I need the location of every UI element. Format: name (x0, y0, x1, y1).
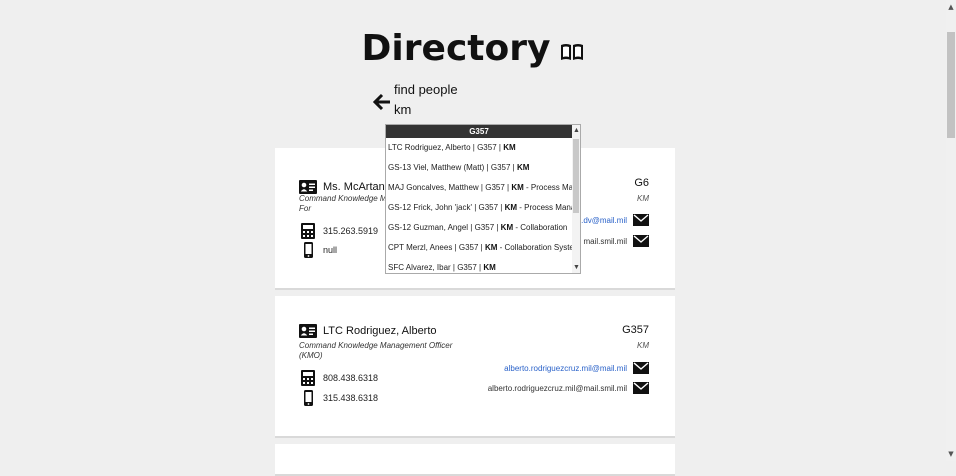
suggestion-match: KM (504, 203, 518, 212)
mail-icon[interactable] (633, 382, 649, 394)
mobile-phone-icon (304, 242, 313, 258)
suggestion-suffix: - Process Man (526, 183, 572, 192)
card-name-row: Ms. McArtan, l (299, 180, 393, 194)
office-phone: 315.263.5919 (323, 226, 379, 236)
suggestion-match: KM (500, 223, 514, 232)
book-icon (561, 43, 584, 60)
scroll-down-icon[interactable]: ▼ (947, 450, 955, 458)
org-subunit: KM (637, 194, 649, 203)
office-phone-row: 315.263.5919 (301, 223, 378, 239)
suggestion-item[interactable]: GS-13 Viel, Matthew (Matt) | G357 | KM (386, 158, 572, 178)
mail-icon[interactable] (633, 235, 649, 247)
person-name: LTC Rodriguez, Alberto (323, 325, 437, 337)
org-code: G357 (622, 324, 649, 336)
person-role: Command Knowledge Management Officer (KM… (299, 341, 453, 360)
scroll-down-icon[interactable]: ▼ (573, 264, 580, 271)
suggestion-text: MAJ Goncalves, Matthew | G357 | (388, 183, 512, 192)
suggestion-text: LTC Rodriguez, Alberto | G357 | (388, 143, 504, 152)
suggestion-item[interactable]: MAJ Goncalves, Matthew | G357 | KM - Pro… (386, 178, 572, 198)
person-card: LTC Rodriguez, Alberto Command Knowledge… (275, 296, 675, 438)
suggestion-match: KM (516, 163, 530, 172)
person-name: Ms. McArtan, l (323, 181, 394, 193)
dropdown-scroll-thumb[interactable] (573, 139, 579, 213)
email-link[interactable]: .dv@mail.mil (581, 216, 627, 225)
suggestion-text: CPT Merzl, Anees | G357 | (388, 243, 485, 252)
person-card (275, 444, 675, 476)
suggestion-suffix: - Process Mana (517, 203, 572, 212)
suggestion-text: GS-12 Guzman, Angel | G357 | (388, 223, 501, 232)
suggestion-match: KM (511, 183, 524, 192)
suggestion-suffix: - Collaboration Syste (497, 243, 572, 252)
office-phone: 808.438.6318 (323, 373, 379, 383)
email-row-primary: .dv@mail.mil (581, 214, 649, 226)
suggestion-suffix: - Collaboration (513, 223, 568, 232)
suggestion-item[interactable]: CPT Merzl, Anees | G357 | KM - Collabora… (386, 238, 572, 258)
mail-icon[interactable] (633, 362, 649, 374)
mobile-phone-icon (304, 390, 313, 406)
search-input[interactable] (394, 102, 574, 117)
suggestion-group-header: G357 (386, 125, 572, 138)
office-phone-row: 808.438.6318 (301, 370, 378, 386)
org-code: G6 (634, 177, 649, 189)
suggestion-text: GS-13 Viel, Matthew (Matt) | G357 | (388, 163, 517, 172)
page-header: Directory (0, 28, 946, 69)
org-subunit: KM (637, 341, 649, 350)
email-row-secondary: alberto.rodriguezcruz.mil@mail.smil.mil (488, 382, 649, 394)
suggestion-item[interactable]: GS-12 Guzman, Angel | G357 | KM - Collab… (386, 218, 572, 238)
page-scrollbar[interactable]: ▲ ▼ (946, 0, 956, 461)
suggestion-item[interactable]: SFC Alvarez, Ibar | G357 | KM (386, 258, 572, 273)
email-text: alberto.rodriguezcruz.mil@mail.smil.mil (487, 383, 627, 393)
email-row-primary: alberto.rodriguezcruz.mil@mail.mil (504, 362, 649, 374)
scroll-up-icon[interactable]: ▲ (573, 127, 580, 134)
contact-card-icon (299, 324, 317, 338)
mobile-phone: 315.438.6318 (323, 393, 379, 403)
page-title: Directory (361, 28, 551, 69)
search-suggestions-dropdown[interactable]: G357 LTC Rodriguez, Alberto | G357 | KM … (385, 124, 581, 274)
suggestion-text: SFC Alvarez, Ibar | G357 | (388, 263, 484, 272)
email-row-secondary: mail.smil.mil (583, 235, 649, 247)
arrow-left-icon[interactable] (373, 93, 391, 111)
search-label: find people (394, 82, 458, 97)
suggestion-text: GS-12 Frick, John 'jack' | G357 | (388, 203, 505, 212)
dropdown-scrollbar[interactable]: ▲ ▼ (572, 125, 580, 273)
suggestion-item[interactable]: GS-12 Frick, John 'jack' | G357 | KM - P… (386, 198, 572, 218)
suggestion-match: KM (503, 143, 516, 152)
email-link[interactable]: alberto.rodriguezcruz.mil@mail.mil (504, 364, 627, 373)
email-text: mail.smil.mil (583, 236, 627, 246)
scroll-up-icon[interactable]: ▲ (947, 3, 955, 11)
mobile-phone-row: null (301, 242, 337, 258)
suggestion-match: KM (484, 243, 498, 252)
contact-card-icon (299, 180, 317, 194)
mobile-phone: null (323, 245, 338, 255)
card-name-row: LTC Rodriguez, Alberto (299, 324, 437, 338)
desk-phone-icon (301, 370, 315, 386)
mail-icon[interactable] (633, 214, 649, 226)
mobile-phone-row: 315.438.6318 (301, 390, 378, 406)
page-scroll-thumb[interactable] (947, 32, 955, 138)
suggestion-match: KM (483, 263, 496, 272)
suggestion-item[interactable]: LTC Rodriguez, Alberto | G357 | KM (386, 138, 572, 158)
desk-phone-icon (301, 223, 315, 239)
